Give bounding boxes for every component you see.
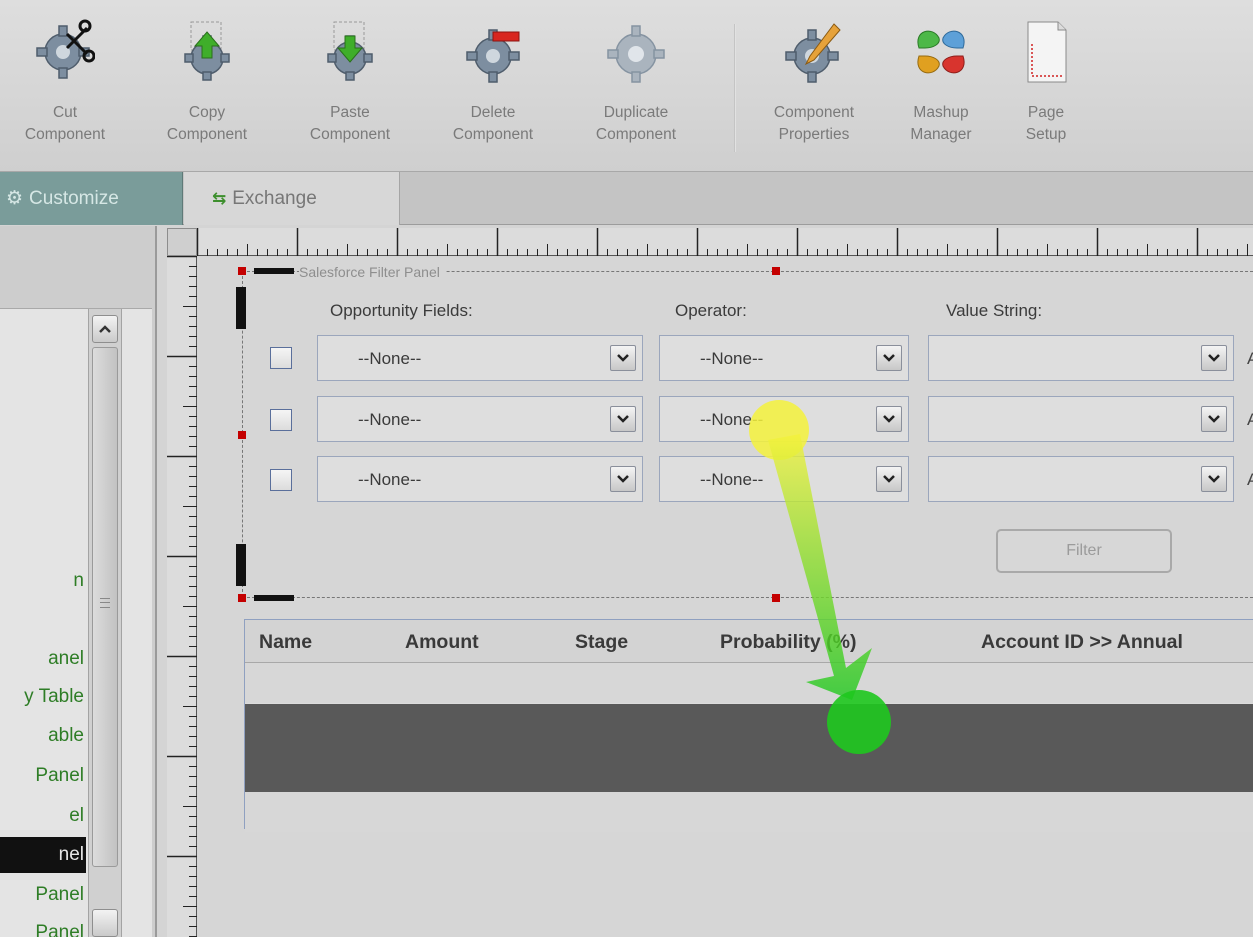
table-row-selected[interactable] xyxy=(245,704,1253,792)
grip-icon xyxy=(100,598,110,608)
list-item-selected[interactable]: nel xyxy=(0,837,86,873)
component-properties-button[interactable]: Component Properties xyxy=(749,18,879,158)
scroll-up-button[interactable] xyxy=(92,315,118,343)
chevron-down-icon xyxy=(1201,345,1227,371)
cut-component-button[interactable]: Cut Component xyxy=(0,18,130,158)
scroll-thumb[interactable] xyxy=(92,347,118,867)
column-header-stage[interactable]: Stage xyxy=(575,631,628,654)
duplicate-component-icon xyxy=(607,25,665,83)
anchor-bar xyxy=(254,268,294,274)
table-row[interactable] xyxy=(245,663,1253,703)
anchor-bar xyxy=(236,544,246,586)
table-row[interactable] xyxy=(245,792,1253,832)
horizontal-ruler xyxy=(197,228,1253,256)
copy-component-button[interactable]: Copy Component xyxy=(142,18,272,158)
chevron-down-icon xyxy=(1201,406,1227,432)
ruler-ticks xyxy=(197,228,1248,256)
chevron-down-icon xyxy=(610,466,636,492)
chevron-down-icon xyxy=(876,466,902,492)
list-item[interactable]: Panel xyxy=(0,758,86,794)
list-item[interactable]: n xyxy=(0,563,86,599)
value-header: Value String: xyxy=(946,301,1043,320)
paste-component-icon xyxy=(327,21,373,81)
chevron-down-icon xyxy=(610,406,636,432)
ruler-ticks xyxy=(167,256,197,937)
chevron-up-icon xyxy=(99,325,111,333)
operator-select[interactable]: --None-- xyxy=(659,335,909,381)
chevron-down-icon xyxy=(1201,466,1227,492)
list-item[interactable]: Panel xyxy=(0,915,86,937)
column-header-amount[interactable]: Amount xyxy=(405,631,479,654)
exchange-icon: ⇆ xyxy=(212,188,227,208)
operator-header: Operator: xyxy=(675,301,747,320)
delete-component-button[interactable]: Delete Component xyxy=(428,18,558,158)
resize-handle[interactable] xyxy=(772,594,780,602)
column-header-name[interactable]: Name xyxy=(259,631,312,654)
toolbar: Cut Component Copy Component Paste Compo… xyxy=(0,0,1253,172)
tab-bar: ⚙ Customize ⇆ Exchange xyxy=(0,172,1253,225)
page-setup-icon xyxy=(1027,21,1067,83)
list-item[interactable]: el xyxy=(0,798,86,834)
anchor-bar xyxy=(236,287,246,329)
page-setup-button[interactable]: Page Setup xyxy=(981,18,1111,158)
table-header-row: Name Amount Stage Probability (%) Accoun… xyxy=(245,620,1253,663)
ruler-corner xyxy=(167,228,197,256)
value-select[interactable] xyxy=(928,335,1234,381)
mashup-manager-icon xyxy=(917,30,965,74)
component-properties-icon xyxy=(785,23,841,83)
row-checkbox[interactable] xyxy=(270,469,292,491)
resize-handle[interactable] xyxy=(772,267,780,275)
resize-handle[interactable] xyxy=(238,267,246,275)
duplicate-component-button[interactable]: Duplicate Component xyxy=(571,18,701,158)
row-conjunction: A xyxy=(1247,470,1253,489)
column-header-account[interactable]: Account ID >> Annual xyxy=(981,631,1183,654)
value-select[interactable] xyxy=(928,396,1234,442)
paste-component-button[interactable]: Paste Component xyxy=(285,18,415,158)
tab-customize[interactable]: ⚙ Customize xyxy=(0,172,183,225)
row-conjunction: A xyxy=(1247,410,1253,429)
resize-handle[interactable] xyxy=(238,594,246,602)
field-select[interactable]: --None-- xyxy=(317,456,643,502)
list-item[interactable]: y Table xyxy=(0,679,86,715)
tab-exchange-label: Exchange xyxy=(232,187,317,209)
toolbar-separator xyxy=(734,24,736,152)
field-select[interactable]: --None-- xyxy=(317,335,643,381)
list-item[interactable]: anel xyxy=(0,641,86,677)
list-scrollbar[interactable] xyxy=(88,309,122,937)
row-conjunction: A xyxy=(1247,349,1253,368)
cut-component-icon xyxy=(36,19,95,79)
delete-component-icon xyxy=(466,29,520,83)
list-item[interactable]: able xyxy=(0,718,86,754)
component-list: n anel y Table able Panel el nel Panel P… xyxy=(0,308,152,937)
row-checkbox[interactable] xyxy=(270,347,292,369)
anchor-bar xyxy=(254,595,294,601)
chevron-down-icon xyxy=(610,345,636,371)
chevron-down-icon xyxy=(876,345,902,371)
opportunity-table: Name Amount Stage Probability (%) Accoun… xyxy=(244,619,1253,832)
operator-select[interactable]: --None-- xyxy=(659,456,909,502)
selection-border-bottom xyxy=(242,597,1253,598)
field-select[interactable]: --None-- xyxy=(317,396,643,442)
scroll-down-button[interactable] xyxy=(92,909,118,937)
resize-handle[interactable] xyxy=(238,431,246,439)
row-checkbox[interactable] xyxy=(270,409,292,431)
copy-component-icon xyxy=(184,21,230,81)
component-list-panel: n anel y Table able Panel el nel Panel P… xyxy=(0,226,157,937)
vertical-ruler xyxy=(167,256,197,937)
fields-header: Opportunity Fields: xyxy=(330,301,473,320)
tab-customize-label: Customize xyxy=(29,187,119,209)
column-header-probability[interactable]: Probability (%) xyxy=(720,631,857,654)
filter-panel-title: Salesforce Filter Panel xyxy=(299,264,446,280)
gear-icon: ⚙ xyxy=(6,188,24,209)
filter-button[interactable]: Filter xyxy=(996,529,1172,573)
value-select[interactable] xyxy=(928,456,1234,502)
tab-exchange[interactable]: ⇆ Exchange xyxy=(184,172,400,225)
design-canvas[interactable]: Salesforce Filter Panel Opportunity Fiel… xyxy=(198,257,1253,937)
chevron-down-icon xyxy=(876,406,902,432)
list-item[interactable]: Panel xyxy=(0,877,86,913)
operator-select[interactable]: --None-- xyxy=(659,396,909,442)
